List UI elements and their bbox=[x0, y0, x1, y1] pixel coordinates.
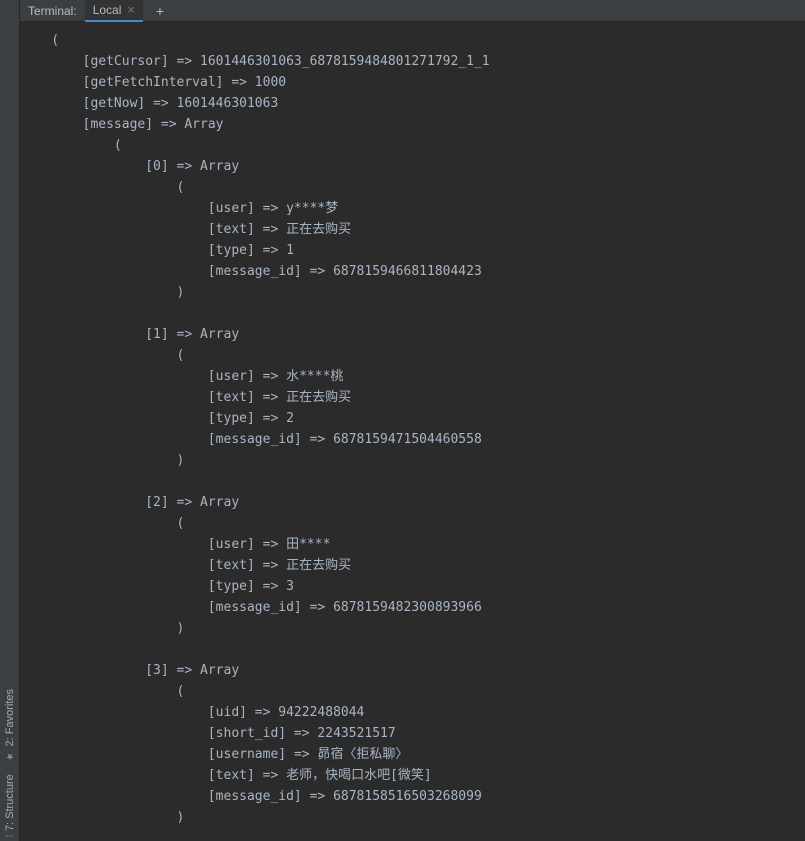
toolwindow-structure-label: 7: Structure bbox=[4, 774, 16, 831]
new-terminal-button[interactable]: + bbox=[149, 0, 171, 22]
star-icon: ★ bbox=[4, 751, 15, 762]
terminal-tabbar: Terminal: Local × + bbox=[20, 0, 805, 22]
ide-terminal-panel: ★ 2: Favorites ⦙ 7: Structure Terminal: … bbox=[0, 0, 805, 841]
toolwindow-favorites[interactable]: ★ 2: Favorites bbox=[4, 689, 16, 761]
terminal-output[interactable]: ( [getCursor] => 1601446301063_687815948… bbox=[20, 30, 805, 828]
terminal-title: Terminal: bbox=[20, 4, 85, 18]
close-icon[interactable]: × bbox=[127, 3, 135, 16]
terminal-viewport[interactable]: ( [getCursor] => 1601446301063_687815948… bbox=[20, 22, 805, 841]
plus-icon: + bbox=[156, 3, 164, 19]
terminal-tab-label: Local bbox=[93, 3, 122, 17]
terminal-tool-window: Terminal: Local × + ( [getCursor] => 160… bbox=[20, 0, 805, 841]
structure-icon: ⦙ bbox=[4, 835, 16, 837]
terminal-tab-local[interactable]: Local × bbox=[85, 0, 143, 22]
toolwindow-structure[interactable]: ⦙ 7: Structure bbox=[4, 774, 16, 837]
tool-window-stripe-left: ★ 2: Favorites ⦙ 7: Structure bbox=[0, 0, 20, 841]
toolwindow-favorites-label: 2: Favorites bbox=[4, 689, 16, 746]
